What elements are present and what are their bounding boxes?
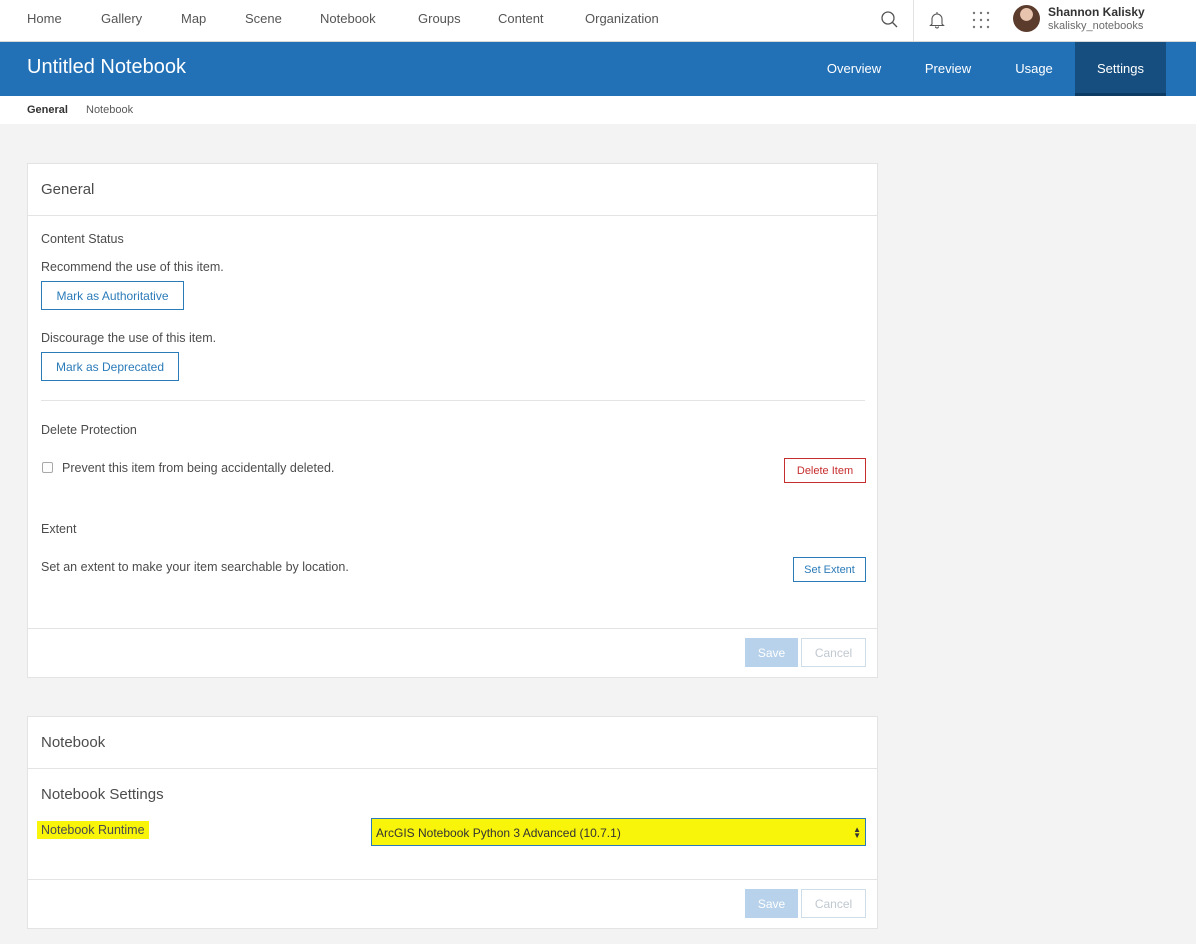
mark-authoritative-button[interactable]: Mark as Authoritative xyxy=(41,281,184,310)
tab-preview[interactable]: Preview xyxy=(905,42,991,96)
tab-overview[interactable]: Overview xyxy=(809,42,899,96)
avatar[interactable] xyxy=(1013,5,1040,32)
extent-text: Set an extent to make your item searchab… xyxy=(41,560,349,574)
page-title: Untitled Notebook xyxy=(27,56,186,78)
set-extent-button[interactable]: Set Extent xyxy=(793,557,866,582)
footer-divider xyxy=(28,628,877,629)
notebook-settings-heading: Notebook Settings xyxy=(41,786,164,803)
notebook-save-button[interactable]: Save xyxy=(745,889,798,918)
content-status-heading: Content Status xyxy=(41,232,124,246)
nav-link-groups[interactable]: Groups xyxy=(418,11,461,26)
discourage-text: Discourage the use of this item. xyxy=(41,331,217,345)
nav-link-gallery[interactable]: Gallery xyxy=(101,11,142,26)
footer-divider xyxy=(28,879,877,880)
notebook-runtime-label: Notebook Runtime xyxy=(37,821,149,839)
subnav-notebook[interactable]: Notebook xyxy=(86,104,133,116)
delete-protection-heading: Delete Protection xyxy=(41,423,137,437)
notebook-cancel-button[interactable]: Cancel xyxy=(801,889,866,918)
delete-protection-label: Prevent this item from being accidentall… xyxy=(62,461,335,475)
search-icon[interactable] xyxy=(879,9,901,31)
bell-icon[interactable] xyxy=(926,9,948,31)
notebook-panel: Notebook Notebook Settings Notebook Runt… xyxy=(27,716,878,929)
item-header: Untitled Notebook Overview Preview Usage… xyxy=(0,42,1196,96)
nav-link-scene[interactable]: Scene xyxy=(245,11,282,26)
settings-subnav: General Notebook xyxy=(0,96,1196,124)
apps-grid-icon[interactable] xyxy=(970,9,992,31)
subnav-general[interactable]: General xyxy=(27,104,68,116)
tab-settings[interactable]: Settings xyxy=(1075,42,1166,96)
notebook-panel-heading: Notebook xyxy=(28,717,877,769)
top-navigation-bar: Home Gallery Map Scene Notebook Groups C… xyxy=(0,0,1196,42)
user-username[interactable]: skalisky_notebooks xyxy=(1048,20,1143,32)
general-panel: General Content Status Recommend the use… xyxy=(27,163,878,678)
extent-heading: Extent xyxy=(41,522,77,536)
nav-divider xyxy=(913,0,914,41)
nav-link-notebook[interactable]: Notebook xyxy=(320,11,376,26)
nav-link-content[interactable]: Content xyxy=(498,11,544,26)
general-panel-heading: General xyxy=(28,164,877,216)
notebook-runtime-select[interactable]: ArcGIS Notebook Python 3 Advanced (10.7.… xyxy=(371,818,866,846)
delete-protection-checkbox[interactable] xyxy=(42,462,53,473)
section-divider xyxy=(41,400,865,401)
general-cancel-button[interactable]: Cancel xyxy=(801,638,866,667)
select-arrows-icon: ▲ ▼ xyxy=(853,825,861,840)
mark-deprecated-button[interactable]: Mark as Deprecated xyxy=(41,352,179,381)
user-display-name[interactable]: Shannon Kalisky xyxy=(1048,5,1145,19)
nav-link-organization[interactable]: Organization xyxy=(585,11,659,26)
general-save-button[interactable]: Save xyxy=(745,638,798,667)
nav-link-map[interactable]: Map xyxy=(181,11,206,26)
nav-link-home[interactable]: Home xyxy=(27,11,62,26)
notebook-runtime-value: ArcGIS Notebook Python 3 Advanced (10.7.… xyxy=(376,826,621,840)
delete-item-button[interactable]: Delete Item xyxy=(784,458,866,483)
tab-usage[interactable]: Usage xyxy=(994,42,1074,96)
recommend-text: Recommend the use of this item. xyxy=(41,260,224,274)
